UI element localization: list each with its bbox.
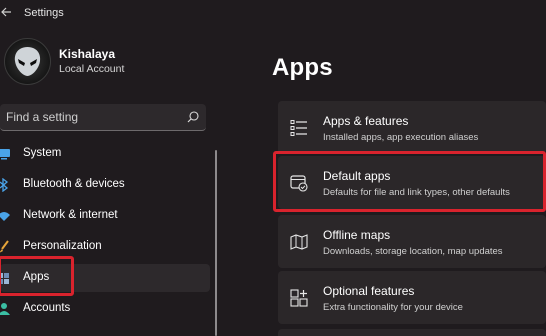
card-title: Optional features bbox=[323, 284, 415, 298]
card-offline-maps[interactable]: Offline maps Downloads, storage location… bbox=[278, 215, 546, 268]
user-name: Kishalaya bbox=[59, 47, 116, 61]
sidebar-item-label: System bbox=[23, 147, 62, 159]
search-icon[interactable] bbox=[186, 110, 200, 124]
monitor-icon bbox=[0, 147, 10, 161]
default-apps-highlight-box bbox=[273, 151, 546, 212]
add-grid-icon bbox=[290, 289, 308, 307]
sidebar-item-label: Accounts bbox=[23, 302, 71, 314]
sidebar-item-label: Network & internet bbox=[23, 209, 118, 221]
sidebar-item-system[interactable]: System bbox=[0, 140, 210, 168]
card-title: Offline maps bbox=[323, 228, 391, 242]
sidebar-scrollbar[interactable] bbox=[215, 150, 217, 336]
title-bar: Settings bbox=[0, 0, 546, 28]
card-subtitle: Installed apps, app execution aliases bbox=[323, 132, 479, 143]
person-icon bbox=[0, 302, 10, 316]
page-title: Apps bbox=[272, 54, 333, 81]
sidebar-item-accounts[interactable]: Accounts bbox=[0, 295, 210, 323]
card-apps-features[interactable]: Apps & features Installed apps, app exec… bbox=[278, 101, 546, 154]
card-optional-features[interactable]: Optional features Extra functionality fo… bbox=[278, 271, 546, 324]
bluetooth-icon bbox=[0, 177, 10, 193]
card-title: Apps & features bbox=[323, 114, 409, 128]
card-subtitle: Downloads, storage location, map updates bbox=[323, 246, 503, 257]
window-title: Settings bbox=[24, 7, 64, 19]
list-icon bbox=[290, 119, 308, 137]
alien-avatar-icon bbox=[14, 47, 41, 76]
sidebar-item-label: Personalization bbox=[23, 240, 102, 252]
back-arrow-icon[interactable] bbox=[0, 6, 16, 22]
map-icon bbox=[290, 233, 308, 251]
wifi-icon bbox=[0, 209, 10, 223]
brush-icon bbox=[0, 240, 10, 254]
sidebar-item-network[interactable]: Network & internet bbox=[0, 202, 210, 230]
sidebar-item-label: Bluetooth & devices bbox=[23, 178, 125, 190]
apps-highlight-box bbox=[0, 256, 74, 296]
search-box[interactable] bbox=[0, 104, 206, 131]
account-type: Local Account bbox=[59, 63, 125, 75]
search-input[interactable] bbox=[6, 108, 176, 126]
next-card-partial[interactable] bbox=[278, 329, 546, 336]
sidebar-item-bluetooth[interactable]: Bluetooth & devices bbox=[0, 171, 210, 199]
avatar[interactable] bbox=[4, 38, 51, 85]
card-subtitle: Extra functionality for your device bbox=[323, 302, 463, 313]
